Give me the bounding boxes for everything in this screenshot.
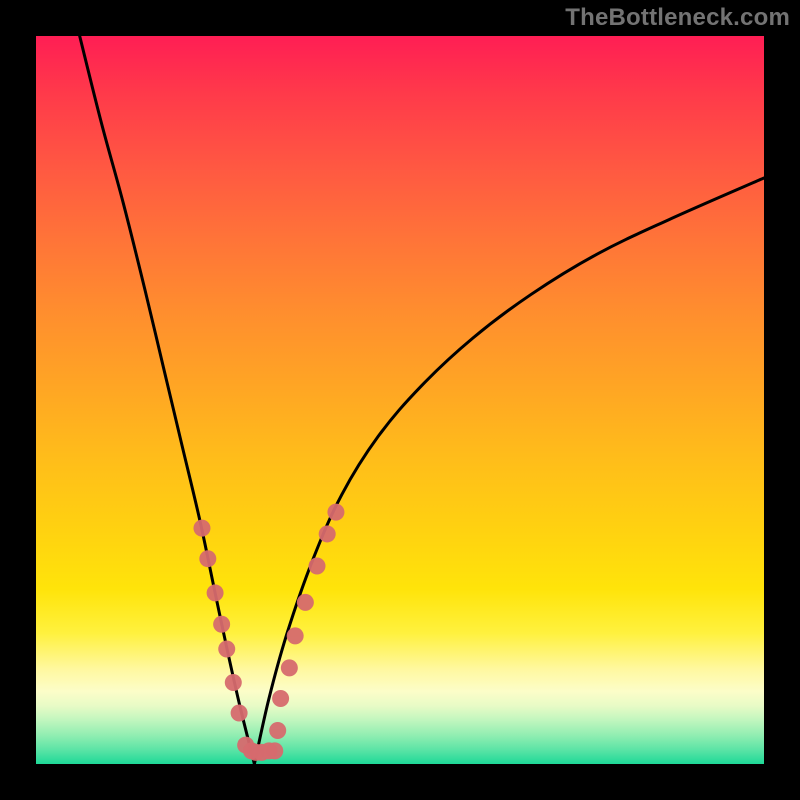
marker-point <box>309 557 326 574</box>
marker-point <box>272 690 289 707</box>
marker-point <box>266 742 283 759</box>
watermark-text: TheBottleneck.com <box>565 4 790 32</box>
marker-point <box>327 504 344 521</box>
marker-point <box>218 640 235 657</box>
chart-container: TheBottleneck.com <box>0 0 800 800</box>
marker-point <box>297 594 314 611</box>
marker-point <box>281 659 298 676</box>
series-right-curve <box>254 178 764 764</box>
marker-point <box>213 616 230 633</box>
marker-point <box>199 550 216 567</box>
marker-point <box>193 520 210 537</box>
marker-point <box>225 674 242 691</box>
chart-markers <box>193 504 344 761</box>
marker-point <box>231 705 248 722</box>
marker-point <box>287 627 304 644</box>
chart-curves <box>80 36 764 764</box>
plot-area <box>36 36 764 764</box>
marker-point <box>319 525 336 542</box>
marker-point <box>269 722 286 739</box>
marker-point <box>207 584 224 601</box>
chart-svg <box>36 36 764 764</box>
